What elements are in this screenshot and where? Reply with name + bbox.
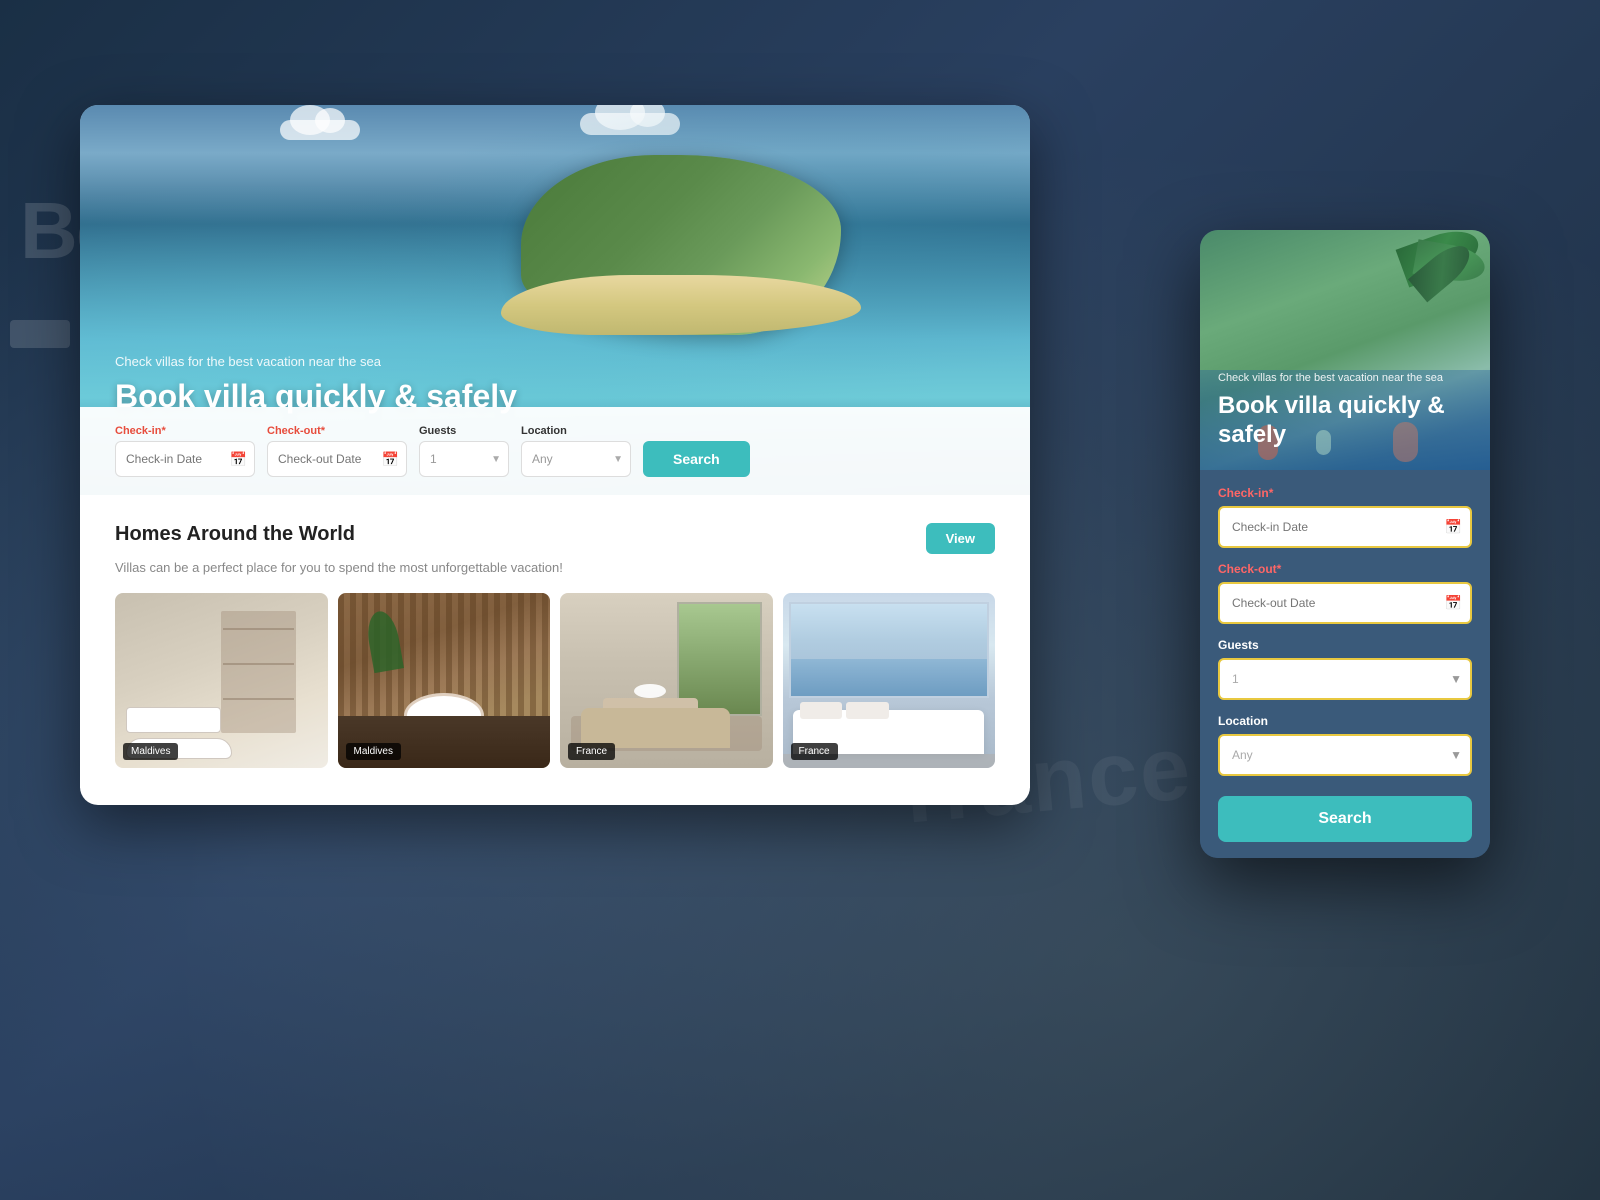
mobile-form: Check-in* 📅 Check-out* 📅 Guests 1 xyxy=(1200,470,1490,858)
checkout-label: Check-out* xyxy=(267,425,407,437)
mobile-hero: Check villas for the best vacation near … xyxy=(1200,230,1490,470)
bg-input-hint xyxy=(10,320,70,348)
location-field-group: Location Any Maldives France Bali Italy … xyxy=(521,425,631,477)
mobile-location-group: Location Any Maldives France Bali Italy … xyxy=(1218,714,1472,776)
mobile-checkin-input[interactable] xyxy=(1218,506,1472,548)
guests-label: Guests xyxy=(419,425,509,437)
villa-card-1[interactable]: Maldives xyxy=(115,593,328,768)
section-header: Homes Around the World View xyxy=(115,523,995,554)
sofa xyxy=(581,708,730,748)
villa-img-4 xyxy=(783,593,996,768)
mobile-checkin-wrap: 📅 xyxy=(1218,506,1472,548)
checkout-field-group: Check-out* 📅 xyxy=(267,425,407,477)
mobile-checkout-wrap: 📅 xyxy=(1218,582,1472,624)
guests-select[interactable]: 1 2 3 4 5+ xyxy=(419,441,509,477)
search-button[interactable]: Search xyxy=(643,441,750,477)
checkin-input-wrap: 📅 xyxy=(115,441,255,477)
section-title: Homes Around the World xyxy=(115,523,355,546)
mobile-checkin-group: Check-in* 📅 xyxy=(1218,486,1472,548)
hero-island xyxy=(471,125,891,385)
desktop-card: Check villas for the best vacation near … xyxy=(80,105,1030,805)
villa-img-3 xyxy=(560,593,773,768)
villa-3-location-badge: France xyxy=(568,743,615,760)
sea-window xyxy=(789,602,989,698)
villa-4-location-badge: France xyxy=(791,743,838,760)
mobile-guests-group: Guests 1 2 3 4 5+ ▼ xyxy=(1218,638,1472,700)
checkin-field-group: Check-in* 📅 xyxy=(115,425,255,477)
content-section: Homes Around the World View Villas can b… xyxy=(80,495,1030,788)
mobile-checkout-group: Check-out* 📅 xyxy=(1218,562,1472,624)
section-description: Villas can be a perfect place for you to… xyxy=(115,560,995,575)
hero-section: Check villas for the best vacation near … xyxy=(80,105,1030,495)
mobile-card: Check villas for the best vacation near … xyxy=(1200,230,1490,858)
villa-card-4[interactable]: France xyxy=(783,593,996,768)
mobile-location-label: Location xyxy=(1218,714,1472,728)
villa-1-location-badge: Maldives xyxy=(123,743,178,760)
sink xyxy=(126,707,222,733)
section-title-block: Homes Around the World xyxy=(115,523,355,546)
location-label: Location xyxy=(521,425,631,437)
location-select[interactable]: Any Maldives France Bali Italy xyxy=(521,441,631,477)
hero-subtitle: Check villas for the best vacation near … xyxy=(115,354,517,369)
palm-trees xyxy=(1390,230,1490,380)
mobile-search-button[interactable]: Search xyxy=(1218,796,1472,842)
mobile-guests-select[interactable]: 1 2 3 4 5+ xyxy=(1218,658,1472,700)
island-beach xyxy=(501,275,861,335)
villa-card-3[interactable]: France xyxy=(560,593,773,768)
mobile-location-select[interactable]: Any Maldives France Bali Italy xyxy=(1218,734,1472,776)
checkout-input-wrap: 📅 xyxy=(267,441,407,477)
villa-card-2[interactable]: Maldives xyxy=(338,593,551,768)
mobile-hero-title: Book villa quickly & safely xyxy=(1218,392,1472,450)
mobile-checkin-label: Check-in* xyxy=(1218,486,1472,500)
mobile-checkout-label: Check-out* xyxy=(1218,562,1472,576)
villa-img-1 xyxy=(115,593,328,768)
checkin-input[interactable] xyxy=(115,441,255,477)
mobile-guests-wrap: 1 2 3 4 5+ ▼ xyxy=(1218,658,1472,700)
mobile-guests-label: Guests xyxy=(1218,638,1472,652)
search-bar: Check-in* 📅 Check-out* 📅 Guests xyxy=(80,407,1030,495)
view-button[interactable]: View xyxy=(926,523,995,554)
mobile-hero-text-block: Check villas for the best vacation near … xyxy=(1218,371,1472,450)
guests-input-wrap: 1 2 3 4 5+ ▼ xyxy=(419,441,509,477)
hero-text-block: Check villas for the best vacation near … xyxy=(115,354,517,415)
mobile-hero-subtitle: Check villas for the best vacation near … xyxy=(1218,371,1472,386)
villa-2-location-badge: Maldives xyxy=(346,743,401,760)
checkout-input[interactable] xyxy=(267,441,407,477)
location-input-wrap: Any Maldives France Bali Italy ▼ xyxy=(521,441,631,477)
guests-field-group: Guests 1 2 3 4 5+ ▼ xyxy=(419,425,509,477)
villa-img-2 xyxy=(338,593,551,768)
mobile-location-wrap: Any Maldives France Bali Italy ▼ xyxy=(1218,734,1472,776)
mobile-checkout-input[interactable] xyxy=(1218,582,1472,624)
checkin-label: Check-in* xyxy=(115,425,255,437)
villas-grid: Maldives Maldives xyxy=(115,593,995,768)
